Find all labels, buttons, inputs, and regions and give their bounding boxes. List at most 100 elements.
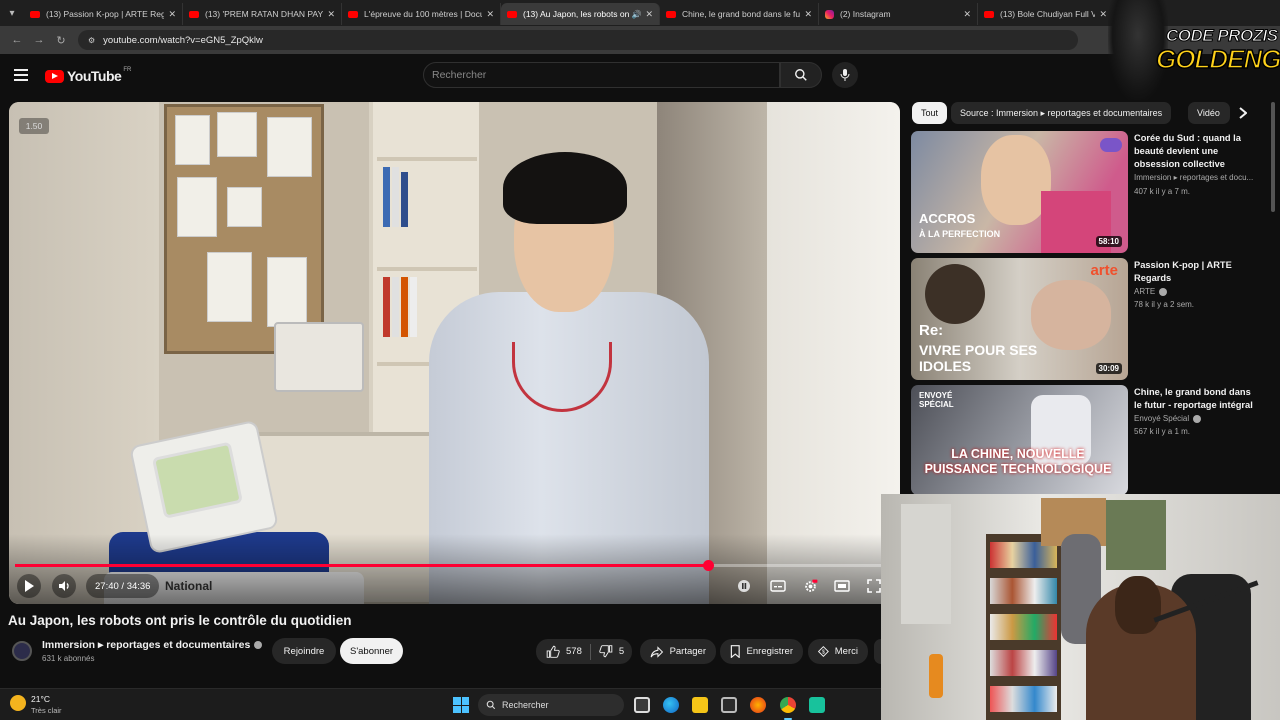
taskbar-search[interactable]: Rechercher xyxy=(478,694,624,716)
address-bar-row: ← → ↻ ⚙ youtube.com/watch?v=eGN5_ZpQklw xyxy=(0,26,1280,54)
recommendation-thumbnail[interactable]: ACCROS À LA PERFECTION 58:10 xyxy=(911,131,1128,253)
task-view-icon[interactable] xyxy=(634,697,650,713)
chip-source[interactable]: Source : Immersion ▸ reportages et docum… xyxy=(951,102,1172,124)
recommendation-meta: 78 k il y a 2 sem. xyxy=(1134,300,1195,309)
recommendation-channel-row[interactable]: Envoyé Spécial xyxy=(1134,414,1202,423)
channel-name[interactable]: Immersion ▸ reportages et documentaires xyxy=(42,639,250,651)
recommendation-title[interactable]: Passion K-pop | ARTE Regards xyxy=(1134,259,1259,285)
close-icon[interactable]: ✕ xyxy=(963,9,971,20)
streamer-webcam-overlay xyxy=(881,494,1280,720)
play-button[interactable] xyxy=(17,574,41,598)
browser-tab-active[interactable]: (13) Au Japon, les robots ont pris 🔊 ✕ xyxy=(501,3,660,25)
recommendation-thumbnail[interactable]: ENVOYÉ SPÉCIAL LA CHINE, NOUVELLE PUISSA… xyxy=(911,385,1128,495)
weather-description[interactable]: Très clair xyxy=(31,706,62,715)
scrubber-handle[interactable] xyxy=(702,560,714,571)
verified-icon xyxy=(254,641,263,650)
tab-title: (13) Au Japon, les robots ont pris xyxy=(523,9,630,19)
chip-all[interactable]: Tout xyxy=(912,102,948,124)
browser-tab[interactable]: L'épreuve du 100 mètres | Documentaire ✕ xyxy=(342,3,501,25)
weather-temperature[interactable]: 21°C xyxy=(31,694,50,704)
arte-logo: arte xyxy=(1090,262,1118,279)
save-button[interactable]: Enregistrer xyxy=(720,639,803,664)
bookmark-icon xyxy=(730,645,740,658)
recommendation-channel[interactable]: Immersion ▸ reportages et docu... xyxy=(1134,173,1253,182)
subtitles-button[interactable] xyxy=(767,576,789,596)
autoplay-toggle-icon xyxy=(738,580,750,592)
browser-tab[interactable]: Chine, le grand bond dans le futur ✕ xyxy=(660,3,819,25)
voice-search-button[interactable] xyxy=(832,62,858,88)
chip-videos[interactable]: Vidéo xyxy=(1188,102,1230,124)
back-icon[interactable]: ← xyxy=(6,34,28,46)
thumbs-down-icon xyxy=(599,645,613,658)
thumbnail-overlay-subtitle: VIVRE POUR SES IDOLES xyxy=(919,342,1038,374)
recommendation-title[interactable]: Chine, le grand bond dans le futur - rep… xyxy=(1134,386,1259,412)
sidebar-scrollbar[interactable] xyxy=(1271,102,1275,212)
theater-mode-button[interactable] xyxy=(831,576,853,596)
url-field[interactable]: ⚙ youtube.com/watch?v=eGN5_ZpQklw xyxy=(78,30,1078,50)
channel-name-row[interactable]: Immersion ▸ reportages et documentaires xyxy=(42,639,263,651)
store-icon[interactable] xyxy=(721,697,737,713)
close-icon[interactable]: ✕ xyxy=(1099,9,1107,20)
subscribe-button[interactable]: S'abonner xyxy=(340,638,403,664)
join-button[interactable]: Rejoindre xyxy=(272,638,336,664)
svg-text:$: $ xyxy=(822,650,825,656)
app-icon[interactable] xyxy=(809,697,825,713)
recommendation-thumbnail[interactable]: arte Re: VIVRE POUR SES IDOLES 30:09 xyxy=(911,258,1128,380)
tab-title: L'épreuve du 100 mètres | Documentaire xyxy=(364,9,482,19)
windows-start-icon[interactable] xyxy=(453,697,469,713)
volume-icon xyxy=(58,581,69,591)
tab-title: (13) 'PREM RATAN DHAN PAYO' xyxy=(205,9,324,19)
share-button[interactable]: Partager xyxy=(640,639,716,664)
close-icon[interactable]: ✕ xyxy=(645,9,653,20)
video-player[interactable]: 1.50 27:40 / 34:36 National xyxy=(9,102,900,604)
browser-tab-strip: ▾ (13) Passion K-pop | ARTE Regards ✕ (1… xyxy=(0,0,1280,26)
forward-icon[interactable]: → xyxy=(28,34,50,46)
thumbs-up-icon xyxy=(546,645,560,658)
settings-button[interactable] xyxy=(799,576,821,596)
youtube-logo[interactable]: YouTube FR xyxy=(45,67,131,84)
thanks-button[interactable]: $ Merci xyxy=(808,639,868,664)
browser-tab[interactable]: (13) Bole Chudiyan Full Video ✕ xyxy=(978,3,1113,25)
volume-button[interactable] xyxy=(52,574,76,598)
logo-wordmark: YouTube xyxy=(67,68,122,84)
firefox-icon[interactable] xyxy=(750,697,766,713)
youtube-icon xyxy=(984,10,994,18)
recommendation-channel[interactable]: Envoyé Spécial xyxy=(1134,414,1189,423)
logo-line-2: GOLDENG xyxy=(1155,43,1280,75)
recommendation-item[interactable]: arte Re: VIVRE POUR SES IDOLES 30:09 Pas… xyxy=(911,258,1271,380)
close-icon[interactable]: ✕ xyxy=(486,9,494,20)
more-actions-button[interactable] xyxy=(874,639,881,664)
menu-icon[interactable] xyxy=(14,69,28,81)
site-info-icon[interactable]: ⚙ xyxy=(88,36,95,45)
search-button[interactable] xyxy=(780,62,822,88)
search-input[interactable]: Rechercher xyxy=(423,62,780,88)
thumbnail-overlay-title: ACCROS xyxy=(919,211,976,226)
progress-bar[interactable] xyxy=(15,560,881,571)
edge-icon[interactable] xyxy=(663,697,679,713)
browser-tab[interactable]: (2) Instagram ✕ xyxy=(819,3,978,25)
recommendation-item[interactable]: ACCROS À LA PERFECTION 58:10 Corée du Su… xyxy=(911,131,1271,253)
browser-tab[interactable]: (13) 'PREM RATAN DHAN PAYO' ✕ xyxy=(183,3,342,25)
youtube-header: YouTube FR Rechercher xyxy=(0,54,1280,98)
file-explorer-icon[interactable] xyxy=(692,697,708,713)
chrome-icon[interactable] xyxy=(780,697,796,720)
play-icon xyxy=(25,580,34,592)
tab-search-menu[interactable]: ▾ xyxy=(0,0,24,26)
recommendation-title[interactable]: Corée du Sud : quand la beauté devient u… xyxy=(1134,132,1259,171)
close-icon[interactable]: ✕ xyxy=(168,9,176,20)
search-icon xyxy=(795,69,807,81)
recommendation-channel-row[interactable]: ARTE xyxy=(1134,287,1168,296)
recommendation-item[interactable]: ENVOYÉ SPÉCIAL LA CHINE, NOUVELLE PUISSA… xyxy=(911,385,1271,495)
close-icon[interactable]: ✕ xyxy=(327,9,335,20)
like-button[interactable]: 578 xyxy=(546,645,582,658)
browser-tab[interactable]: (13) Passion K-pop | ARTE Regards ✕ xyxy=(24,3,183,25)
close-icon[interactable]: ✕ xyxy=(804,9,812,20)
speaker-icon[interactable]: 🔊 xyxy=(631,10,641,19)
dislike-button[interactable]: 5 xyxy=(599,645,624,658)
channel-avatar[interactable] xyxy=(12,641,32,661)
weather-icon[interactable] xyxy=(10,695,26,711)
chips-next-button[interactable] xyxy=(1232,102,1254,124)
reload-icon[interactable]: ↻ xyxy=(50,34,72,47)
pause-autoplay-button[interactable] xyxy=(733,576,755,596)
recommendation-channel[interactable]: ARTE xyxy=(1134,287,1155,296)
